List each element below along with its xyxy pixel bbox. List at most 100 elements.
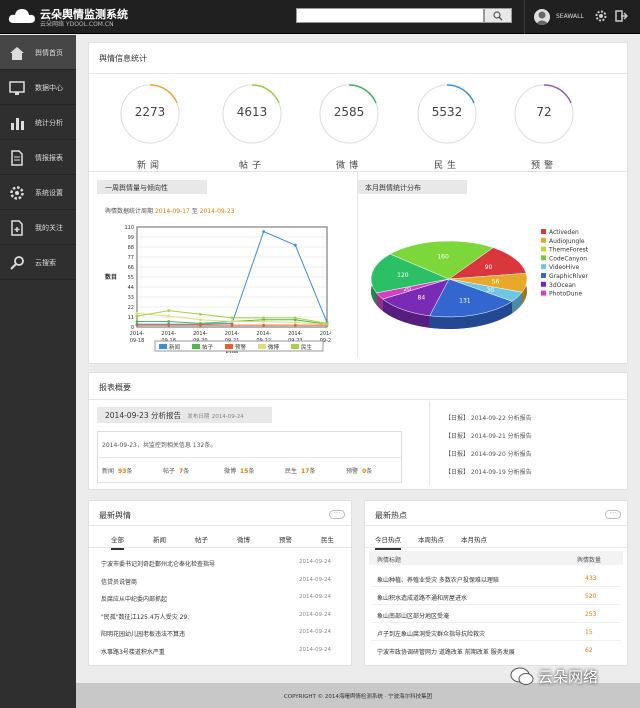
tab-5[interactable]: 民生 (321, 534, 334, 544)
stat-value: 4613 (236, 105, 268, 119)
stat-circle-3[interactable]: 5532 民生 (416, 83, 478, 171)
divider (89, 171, 627, 172)
stat-circle-4[interactable]: 72 预警 (513, 83, 575, 171)
sidebar-item-home[interactable]: 舆情首页 (0, 35, 76, 70)
hot-item-title[interactable]: 宁波市政协调研管网力 道路改革 前期改革 服务发展 (377, 647, 515, 656)
report-heading[interactable]: 2014-09-23 分析报告 发布日期 2014-09-24 (97, 407, 272, 423)
tab-2[interactable]: 本月热点 (461, 534, 487, 544)
legend-label[interactable]: 3dOcean (549, 282, 576, 289)
daily-report-link[interactable]: 【日报】 2014-09-19 分析报告 (445, 467, 532, 476)
sidebar-item-data-center[interactable]: 数据中心 (0, 70, 76, 105)
count-unit: 条 (183, 468, 190, 475)
data-point (167, 309, 171, 313)
legend-label[interactable]: 新闻 (169, 343, 180, 351)
data-point (293, 323, 297, 327)
top-header: 云朵舆情监测系统 云朵网络 YDOOL.COM.CN SEAWALL (0, 0, 640, 34)
search-button[interactable] (484, 8, 512, 23)
daily-report-link[interactable]: 【日报】 2014-09-22 分析报告 (445, 413, 532, 422)
data-point (198, 323, 202, 327)
count-label: 帖子 (163, 468, 176, 475)
hot-item-title[interactable]: 象山积水造成道路不通和房屋进水 (377, 593, 467, 602)
latest-item-title[interactable]: 反腐应从中纪委内部抓起 (101, 594, 167, 603)
latest-item-date: 2014-09-24 (299, 646, 331, 653)
latest-item-date: 2014-09-24 (299, 629, 331, 635)
hot-item-count: 520 (585, 593, 597, 600)
sidebar-item-reports[interactable]: 情报报表 (0, 140, 76, 175)
hot-item-title[interactable]: 卢子到左象山腐洞受灾群众指导抗险救灾 (377, 629, 485, 638)
count-2: 微博 15条 (224, 466, 254, 475)
tab-3[interactable]: 微博 (237, 534, 250, 544)
y-tick-label: 66 (128, 265, 134, 271)
legend-label[interactable]: 民生 (301, 343, 313, 351)
latest-item-title[interactable]: 阳明花园幼儿园老板违法不算违 (101, 629, 185, 638)
hot-item-count: 15 (585, 629, 593, 636)
more-button[interactable]: ··· (329, 510, 345, 519)
tab-2[interactable]: 帖子 (195, 534, 208, 544)
hot-item-title[interactable]: 象山种植、养殖业受灾 多数农户投保难以理赔 (377, 575, 499, 584)
legend-swatch (541, 237, 546, 243)
stat-circle-2[interactable]: 2585 微博 (318, 83, 380, 171)
progress-arc (149, 84, 178, 104)
data-point (198, 318, 202, 322)
gear-icon[interactable] (594, 9, 608, 23)
hot-item-title[interactable]: 象山南部山区部分地区受淹 (377, 611, 449, 620)
data-point (325, 321, 329, 325)
latest-item-title[interactable]: 水事路3号楼道积水严重 (101, 647, 165, 656)
panel-title: 报表概要 (99, 383, 131, 392)
hot-item-count: 253 (585, 611, 597, 618)
legend-swatch (225, 344, 233, 349)
y-tick-label: 55 (128, 275, 134, 281)
data-point (135, 320, 139, 323)
legend-label[interactable]: 预警 (235, 343, 247, 351)
tab-1[interactable]: 本周热点 (418, 534, 444, 544)
y-tick-label: 99 (128, 235, 134, 241)
report-name[interactable]: 2014-09-23 分析报告 (105, 411, 181, 420)
legend-label[interactable]: AudioJungle (549, 238, 585, 245)
daily-report-link[interactable]: 【日报】 2014-09-21 分析报告 (445, 431, 532, 440)
report-panel: 报表概要 2014-09-23 分析报告 发布日期 2014-09-24 201… (88, 372, 628, 490)
data-point (293, 316, 297, 320)
sidebar-item-cloud-search[interactable]: 云搜索 (0, 245, 76, 280)
latest-panel: 最新舆情 ··· 全部 新闻 帖子 微博 预警 民生 宁波市委书记刘奇赴鄞州北仑奉化检查指… (88, 500, 352, 666)
tab-4[interactable]: 预警 (279, 534, 292, 544)
latest-item-title[interactable]: 宁波市委书记刘奇赴鄞州北仑奉化检查指导 (101, 559, 215, 568)
legend-label[interactable]: 帖子 (202, 343, 214, 351)
tab-1[interactable]: 新闻 (153, 534, 166, 544)
progress-arc (446, 84, 475, 104)
sidebar-item-settings[interactable]: 系统设置 (0, 175, 76, 210)
sidebar-item-label: 系统设置 (35, 189, 63, 197)
latest-item-title[interactable]: "民孤"数征江125.4万人受灾 29. (101, 612, 189, 621)
legend-label[interactable]: CodeCanyon (549, 255, 587, 262)
slice-label: 160 (437, 253, 449, 260)
stat-circle-0[interactable]: 2273 新闻 (119, 83, 181, 171)
daily-report-link[interactable]: 【日报】 2014-09-20 分析报告 (445, 449, 532, 458)
avatar[interactable] (534, 9, 550, 25)
sidebar-item-label: 舆情首页 (35, 49, 63, 57)
logout-icon[interactable] (614, 9, 628, 23)
period-label: 舆情数据统计周期 (105, 208, 154, 215)
more-button[interactable]: ··· (605, 510, 621, 519)
count-unit: 条 (366, 468, 373, 475)
row-divider (371, 604, 621, 605)
y-tick-label: 110 (124, 225, 134, 231)
user-icon (535, 11, 549, 25)
app-subtitle: 云朵网络 YDOOL.COM.CN (40, 21, 114, 28)
sidebar-item-statistics[interactable]: 统计分析 (0, 105, 76, 140)
stat-circle-1[interactable]: 4613 帖子 (221, 83, 283, 171)
legend-label[interactable]: 微博 (268, 343, 280, 351)
latest-item-title[interactable]: 信贷员说营商 (101, 577, 137, 586)
legend-label[interactable]: Activeden (549, 229, 579, 236)
legend-label[interactable]: ThemeForest (548, 247, 589, 254)
latest-item-date: 2014-09-24 (299, 611, 331, 618)
row-divider (371, 586, 621, 587)
legend-label[interactable]: VideoHive (549, 264, 580, 271)
logo[interactable]: 云朵舆情监测系统 云朵网络 YDOOL.COM.CN (8, 5, 138, 29)
legend-label[interactable]: GraphicRiver (549, 273, 588, 280)
y-tick-label: 33 (128, 295, 134, 301)
sidebar-item-follow[interactable]: 我的关注 (0, 210, 76, 245)
monitor-icon (9, 81, 25, 95)
legend-label[interactable]: PhotoDune (549, 291, 582, 298)
search-input[interactable] (296, 8, 484, 23)
username[interactable]: SEAWALL (556, 13, 584, 20)
stats-panel: 舆情信息统计 2273 新闻 4613 帖子 2585 微博 5532 民生 72 预警 一周舆情… (88, 42, 628, 364)
